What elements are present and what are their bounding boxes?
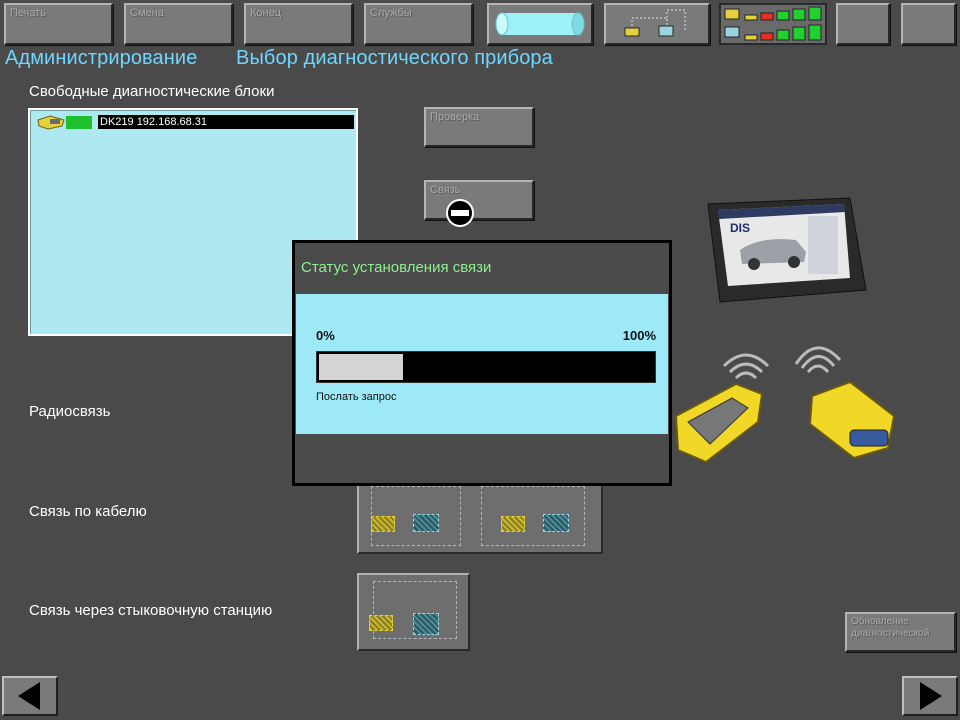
cable-label: Связь по кабелю	[29, 503, 147, 520]
update-button-line1: Обновление	[851, 616, 909, 627]
signal-level-indicator	[719, 3, 827, 45]
battery-status-button[interactable]	[487, 3, 593, 45]
connect-button-label: Связь	[430, 184, 461, 196]
dock-station-icon	[413, 613, 439, 635]
dock-head-icon	[369, 615, 393, 631]
dialog-body: 0% 100% Послать запрос	[296, 294, 668, 434]
end-button-label: Конец	[250, 7, 282, 19]
cable-head-icon-2	[501, 516, 525, 532]
free-units-title: Свободные диагностические блоки	[29, 83, 275, 100]
connection-progress-bar	[316, 351, 656, 383]
update-diagnostic-button[interactable]: Обновление диагностической	[845, 612, 956, 652]
cable-computer-icon-2	[543, 514, 569, 532]
dialog-title: Статус установления связи	[301, 259, 492, 276]
progress-min-label: 0%	[316, 328, 335, 343]
dock-connection-panel[interactable]	[357, 573, 470, 651]
tablet-screen-label: DIS	[730, 221, 750, 235]
services-button-label: Службы	[370, 7, 412, 19]
page-title: Выбор диагностического прибора	[236, 47, 553, 69]
dock-label: Связь через стыковочную станцию	[29, 602, 273, 619]
print-button-label: Печать	[10, 7, 47, 19]
toolbar-blank-button[interactable]	[836, 3, 890, 45]
section-title: Администрирование	[5, 47, 198, 69]
print-button[interactable]: Печать	[4, 3, 113, 45]
services-button[interactable]: Службы	[364, 3, 473, 45]
connect-button[interactable]: Связь	[424, 180, 534, 220]
change-button[interactable]: Смена	[124, 3, 233, 45]
no-entry-icon	[446, 199, 474, 227]
toolbar-corner-button[interactable]	[901, 3, 956, 45]
cable-head-icon	[371, 516, 395, 532]
back-button[interactable]	[2, 676, 58, 716]
list-item-label: DK219 192.168.68.31	[98, 115, 354, 129]
wireless-head-left-icon	[674, 353, 770, 464]
cable-computer-icon	[413, 514, 439, 532]
cylinder-icon	[495, 12, 585, 36]
progress-max-label: 100%	[622, 328, 656, 343]
end-button[interactable]: Конец	[244, 3, 353, 45]
update-button-line2: диагностической	[851, 628, 930, 639]
signal-bars-icon	[724, 6, 822, 41]
diagnostic-tablet-icon: DIS	[707, 197, 867, 303]
check-button[interactable]: Проверка	[424, 107, 534, 147]
change-button-label: Смена	[130, 7, 164, 19]
connection-progress-fill	[319, 354, 403, 380]
diagnostic-head-icon	[37, 115, 92, 130]
connection-status-dialog: Статус установления связи 0% 100% Послат…	[292, 240, 672, 486]
list-item[interactable]: DK219 192.168.68.31	[36, 114, 354, 130]
cable-connection-panel[interactable]	[357, 480, 603, 554]
arrow-right-icon	[920, 682, 942, 710]
network-diagram-icon	[624, 9, 686, 37]
check-button-label: Проверка	[430, 111, 480, 123]
connection-diagram-button[interactable]	[604, 3, 710, 45]
forward-button[interactable]	[902, 676, 958, 716]
radio-label: Радиосвязь	[29, 403, 111, 420]
wireless-head-right-icon	[794, 346, 896, 460]
arrow-left-icon	[18, 682, 40, 710]
progress-status-text: Послать запрос	[316, 391, 397, 403]
